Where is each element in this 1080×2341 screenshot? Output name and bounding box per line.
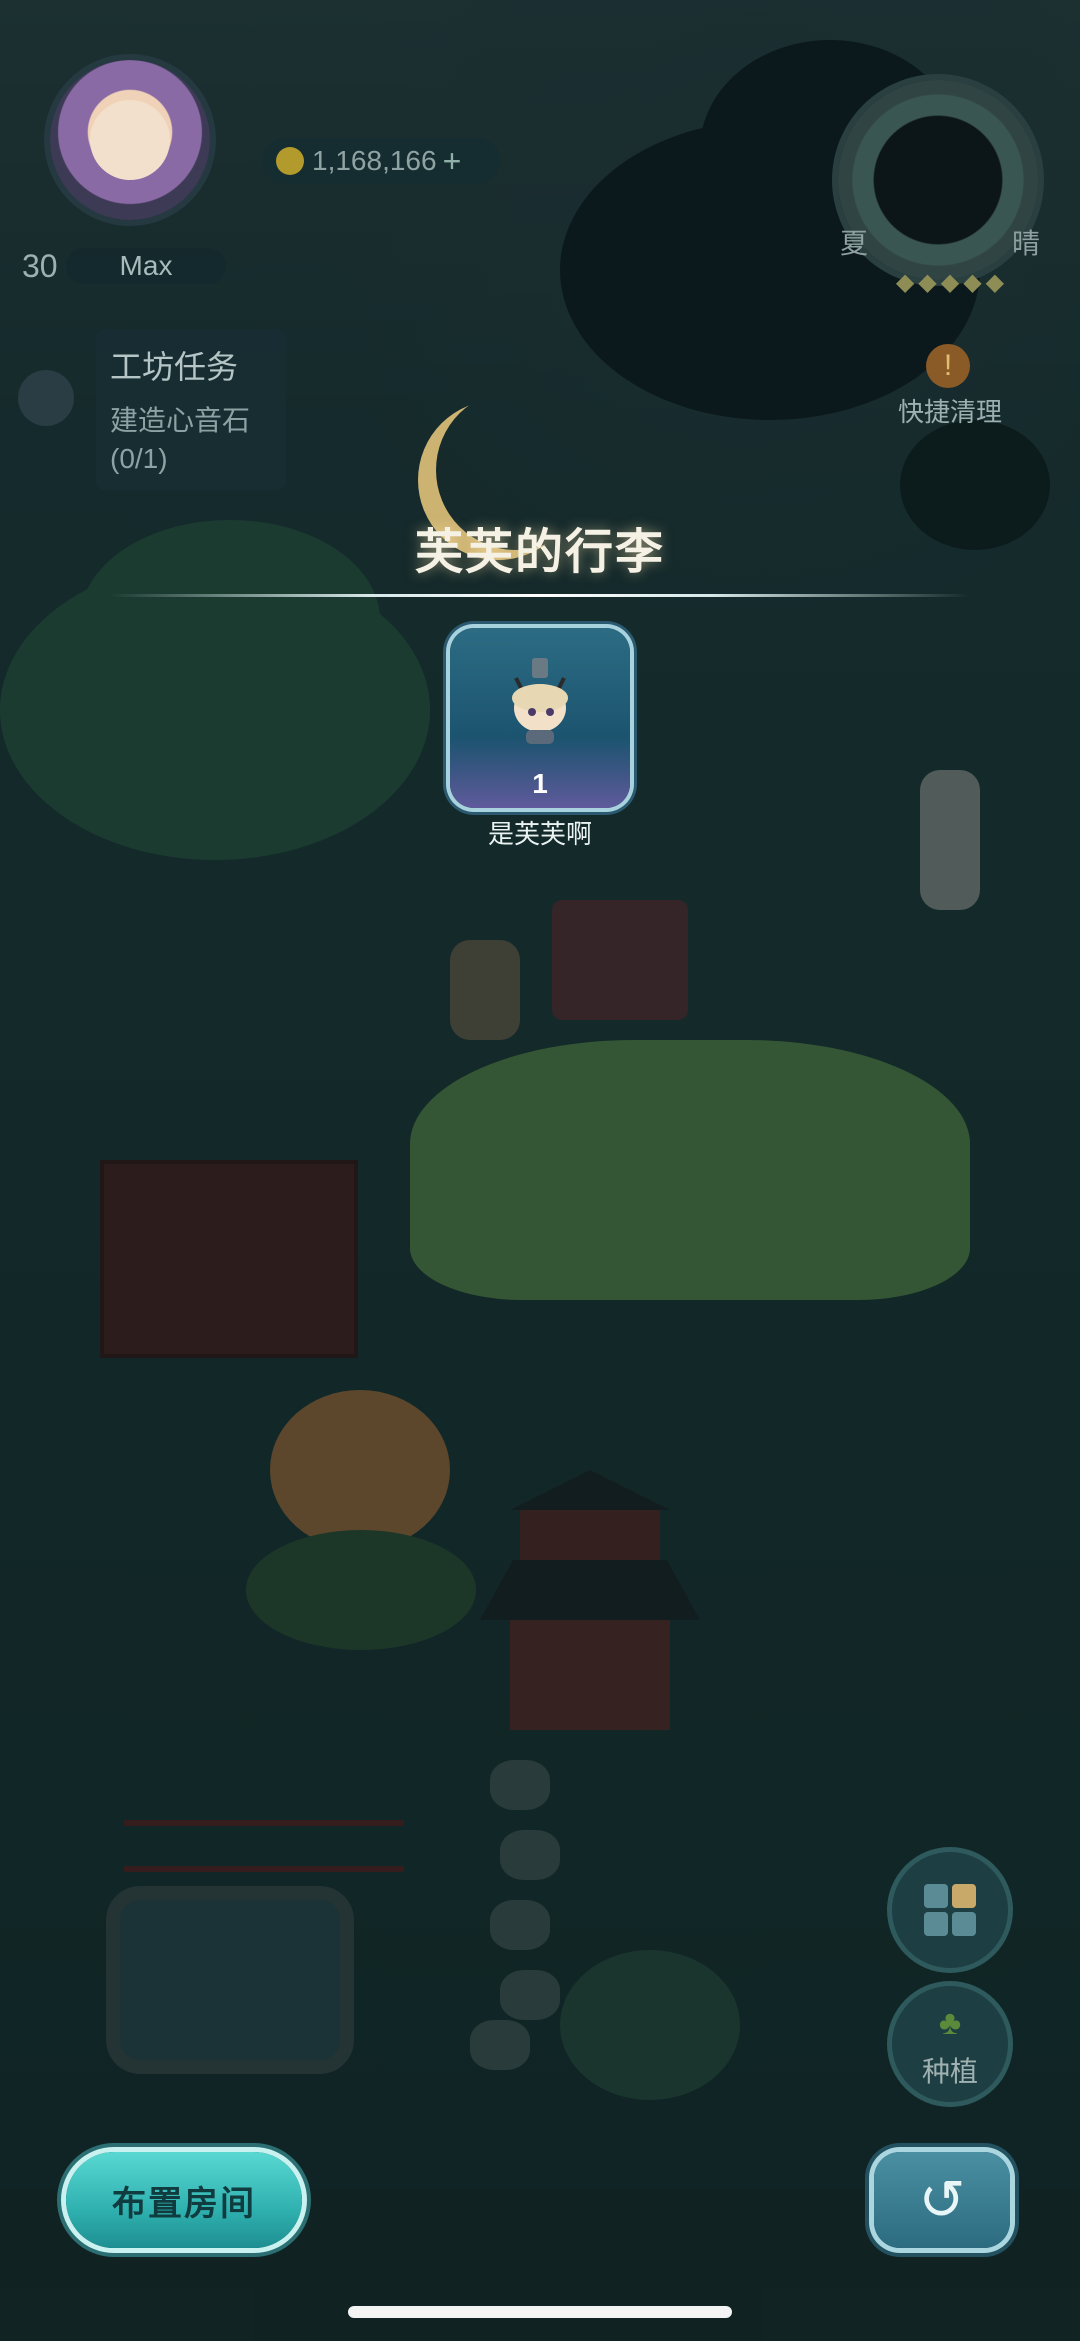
pink-chest: [552, 900, 688, 1020]
rating-stars: ◆◆◆◆◆: [895, 269, 1009, 296]
scarecrow: [450, 940, 520, 1040]
pond: [120, 1900, 340, 2060]
item-count: 1: [532, 768, 548, 799]
alert-icon[interactable]: !: [926, 344, 970, 388]
grid-cell: [924, 1884, 948, 1908]
player-level: 30: [22, 248, 58, 284]
red-fence: [124, 1820, 404, 1872]
grid-cell: [952, 1884, 976, 1908]
quick-clean-label[interactable]: 快捷清理: [898, 392, 1002, 429]
item-card[interactable]: 1: [450, 628, 630, 808]
coin-icon: [276, 147, 304, 175]
flower-bed: [246, 1530, 476, 1650]
workshop-task-panel[interactable]: 工坊任务 建造心音石 (0/1): [96, 330, 286, 490]
grid-cell: [924, 1912, 948, 1936]
task-title: 工坊任务: [110, 349, 239, 385]
layout-grid-button[interactable]: [892, 1852, 1008, 1968]
sprout-icon: ♣: [938, 2004, 962, 2042]
coin-amount: 1,168,166: [312, 145, 437, 176]
player-avatar[interactable]: [50, 60, 210, 220]
task-panel-toggle[interactable]: [18, 370, 74, 426]
modal-title: 芙芙的行李: [414, 526, 665, 579]
arrange-room-button[interactable]: 布置房间: [66, 2152, 302, 2248]
title-divider: [110, 594, 970, 597]
undo-arrow-icon: ↺: [918, 2168, 966, 2231]
pagoda: [480, 1450, 700, 1750]
add-coins-icon[interactable]: +: [443, 138, 462, 184]
character-figure-icon: [502, 658, 578, 748]
back-button[interactable]: ↺: [874, 2152, 1010, 2248]
home-indicator[interactable]: [348, 2306, 732, 2318]
coin-counter[interactable]: 1,168,166 +: [262, 138, 500, 184]
plant-button[interactable]: ♣ 种植: [892, 1986, 1008, 2102]
season-label: 夏: [840, 228, 869, 259]
plant-label: 种植: [921, 2056, 978, 2087]
player-name: Max: [66, 248, 226, 284]
avatar-face: [90, 100, 170, 180]
small-tree: [560, 1950, 740, 2100]
orange-tree: [270, 1390, 450, 1550]
wardrobe: [100, 1160, 358, 1358]
task-description: 建造心音石 (0/1): [110, 405, 251, 474]
banana-plants: [410, 1040, 970, 1300]
item-name: 是芙芙啊: [487, 819, 592, 849]
grid-cell: [952, 1912, 976, 1936]
weather-label: 晴: [1012, 228, 1041, 259]
